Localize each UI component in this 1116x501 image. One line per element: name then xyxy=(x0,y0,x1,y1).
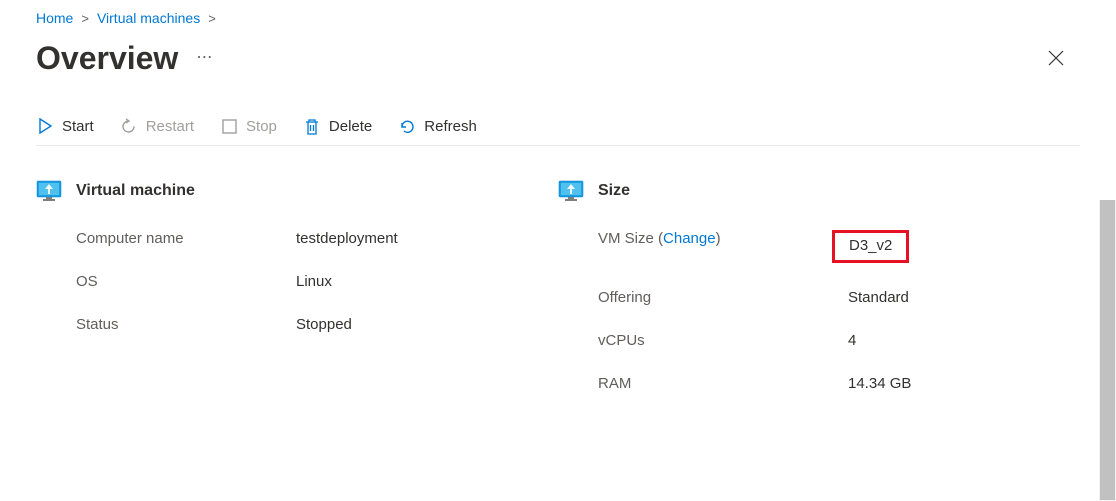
scrollbar[interactable] xyxy=(1099,200,1116,501)
value-os: Linux xyxy=(296,273,332,290)
refresh-label: Refresh xyxy=(424,118,477,135)
row-vcpus: vCPUs 4 xyxy=(558,332,1080,349)
label-ram: RAM xyxy=(598,375,848,392)
toolbar: Start Restart Stop Delete Refresh xyxy=(36,117,1080,146)
value-offering: Standard xyxy=(848,289,909,306)
close-button[interactable] xyxy=(1044,42,1068,76)
label-status: Status xyxy=(76,316,296,333)
more-actions-button[interactable]: ⋯ xyxy=(196,47,213,71)
refresh-icon xyxy=(398,117,416,135)
page-title: Overview xyxy=(36,40,178,77)
refresh-button[interactable]: Refresh xyxy=(398,117,477,135)
start-label: Start xyxy=(62,118,94,135)
monitor-icon xyxy=(558,180,584,202)
delete-button[interactable]: Delete xyxy=(303,117,372,135)
label-vm-size: VM Size (Change) xyxy=(598,230,848,263)
restart-button: Restart xyxy=(120,117,194,135)
breadcrumb-home[interactable]: Home xyxy=(36,10,73,26)
vm-section-title: Virtual machine xyxy=(76,182,195,200)
row-ram: RAM 14.34 GB xyxy=(558,375,1080,392)
delete-label: Delete xyxy=(329,118,372,135)
stop-icon xyxy=(220,117,238,135)
stop-label: Stop xyxy=(246,118,277,135)
row-status: Status Stopped xyxy=(36,316,558,333)
monitor-icon xyxy=(36,180,62,202)
row-computer-name: Computer name testdeployment xyxy=(36,230,558,247)
value-status: Stopped xyxy=(296,316,352,333)
value-computer-name: testdeployment xyxy=(296,230,398,247)
value-vcpus: 4 xyxy=(848,332,856,349)
label-computer-name: Computer name xyxy=(76,230,296,247)
breadcrumb: Home > Virtual machines > xyxy=(36,10,1080,34)
change-link[interactable]: Change xyxy=(663,230,716,247)
size-section-title: Size xyxy=(598,182,630,200)
row-offering: Offering Standard xyxy=(558,289,1080,306)
chevron-right-icon: > xyxy=(81,11,89,26)
label-offering: Offering xyxy=(598,289,848,306)
play-icon xyxy=(36,117,54,135)
value-vm-size: D3_v2 xyxy=(848,230,909,263)
label-os: OS xyxy=(76,273,296,290)
scrollbar-thumb[interactable] xyxy=(1100,200,1115,500)
row-os: OS Linux xyxy=(36,273,558,290)
trash-icon xyxy=(303,117,321,135)
highlighted-vm-size: D3_v2 xyxy=(832,230,909,263)
stop-button: Stop xyxy=(220,117,277,135)
breadcrumb-vms[interactable]: Virtual machines xyxy=(97,10,200,26)
row-vm-size: VM Size (Change) D3_v2 xyxy=(558,230,1080,263)
size-section: Size VM Size (Change) D3_v2 Offering Sta… xyxy=(558,180,1080,418)
start-button[interactable]: Start xyxy=(36,117,94,135)
close-icon xyxy=(1048,50,1064,66)
vm-section: Virtual machine Computer name testdeploy… xyxy=(36,180,558,418)
chevron-right-icon: > xyxy=(208,11,216,26)
label-vcpus: vCPUs xyxy=(598,332,848,349)
restart-icon xyxy=(120,117,138,135)
value-ram: 14.34 GB xyxy=(848,375,911,392)
restart-label: Restart xyxy=(146,118,194,135)
